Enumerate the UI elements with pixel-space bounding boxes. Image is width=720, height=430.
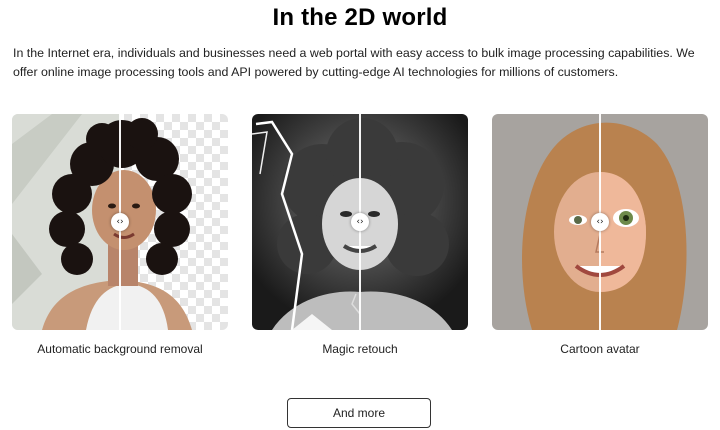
card-caption: Magic retouch <box>322 342 398 356</box>
compare-arrows-icon[interactable]: ‹› <box>591 213 609 231</box>
cartoon-avatar-comparison[interactable]: ‹› <box>492 114 708 330</box>
and-more-button[interactable]: And more <box>287 398 431 428</box>
magic-retouch-comparison[interactable]: ‹› <box>252 114 468 330</box>
section-title: In the 2D world <box>272 4 448 31</box>
section-intro: In the Internet era, individuals and bus… <box>13 46 695 79</box>
card-caption: Automatic background removal <box>37 342 203 356</box>
compare-arrows-icon[interactable]: ‹› <box>111 213 129 231</box>
background-removal-comparison[interactable]: ‹› <box>12 114 228 330</box>
card-caption: Cartoon avatar <box>560 342 640 356</box>
compare-arrows-icon[interactable]: ‹› <box>351 213 369 231</box>
